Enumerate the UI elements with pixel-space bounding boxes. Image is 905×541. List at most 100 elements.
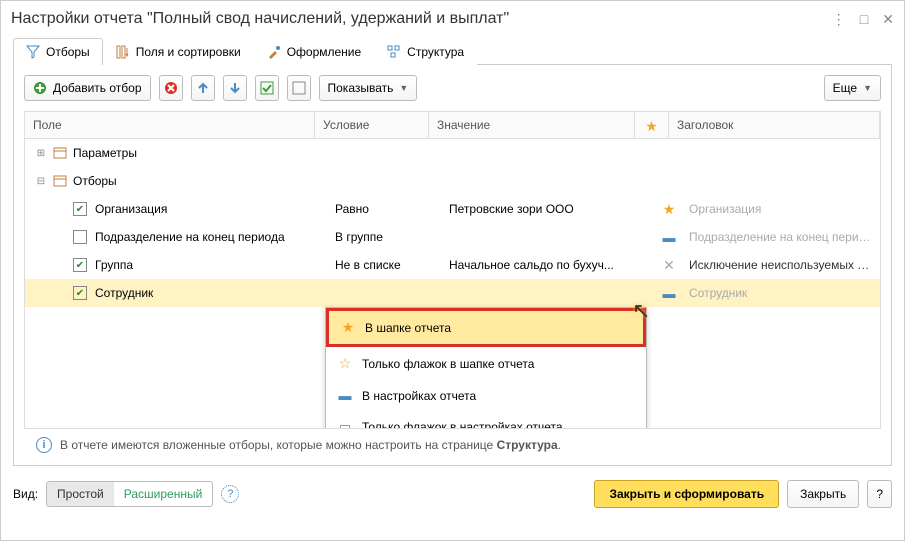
help-footer-button[interactable]: ? (867, 480, 892, 508)
uncheck-all-button[interactable] (287, 75, 311, 101)
check-all-icon (260, 81, 274, 95)
move-down-button[interactable] (223, 75, 247, 101)
show-mode-dropdown: ★ В шапке отчета ☆ Только флажок в шапке… (325, 307, 647, 429)
dropdown-item-settings[interactable]: ▬ В настройках отчета (326, 380, 646, 411)
toolbar: Добавить отбор Показывать ▼ (24, 75, 881, 101)
dropdown-label: В настройках отчета (362, 389, 476, 403)
more-button[interactable]: Еще ▼ (824, 75, 881, 101)
maximize-icon[interactable]: □ (860, 11, 868, 27)
dropdown-item-header[interactable]: ★ В шапке отчета (326, 308, 646, 347)
filters-icon (53, 174, 67, 188)
row-checkbox[interactable] (73, 286, 87, 300)
collapse-icon[interactable]: ⊟ (35, 176, 47, 187)
col-header-field[interactable]: Поле (25, 112, 315, 138)
col-header-star[interactable]: ★ (635, 112, 669, 138)
chevron-down-icon: ▼ (863, 83, 872, 93)
add-filter-button[interactable]: Добавить отбор (24, 75, 151, 101)
tab-bar: Отборы Поля и сортировки Оформление Стру… (13, 37, 892, 65)
apply-close-button[interactable]: Закрыть и сформировать (594, 480, 779, 508)
kebab-icon[interactable]: ⋮ (832, 11, 846, 28)
info-text-bold: Структура (497, 438, 558, 452)
filter-tree: ⊞ Параметры ⊟ Отборы Организация Равно П… (24, 139, 881, 429)
close-button[interactable]: Закрыть (787, 480, 859, 508)
tab-label: Поля и сортировки (136, 45, 241, 59)
delete-icon (164, 81, 178, 95)
cell-title: Исключение неиспользуемых д... (689, 258, 880, 272)
row-checkbox[interactable] (73, 258, 87, 272)
cell-title: Сотрудник (689, 286, 880, 300)
cell-value: Начальное сальдо по бухуч... (449, 258, 655, 272)
settings-window: Настройки отчета "Полный свод начислений… (0, 0, 905, 541)
row-checkbox[interactable] (73, 230, 87, 244)
view-toggle: Простой Расширенный (46, 481, 213, 507)
dropdown-label: Только флажок в настройках отчета (362, 420, 563, 429)
dropdown-label: Только флажок в шапке отчета (362, 357, 534, 371)
view-simple[interactable]: Простой (47, 482, 114, 506)
cell-star-icon[interactable]: ★ (655, 201, 689, 218)
view-label: Вид: (13, 487, 38, 501)
row-checkbox[interactable] (73, 202, 87, 216)
dash-flag-icon: ▭ (338, 419, 352, 429)
structure-icon (387, 45, 401, 59)
expand-icon[interactable]: ⊞ (35, 148, 47, 159)
table-row[interactable]: Подразделение на конец периода В группе … (25, 223, 880, 251)
delete-button[interactable] (159, 75, 183, 101)
cell-condition: Не в списке (335, 258, 449, 272)
view-extended[interactable]: Расширенный (114, 482, 213, 506)
col-header-condition[interactable]: Условие (315, 112, 429, 138)
cell-field: Организация (95, 202, 335, 216)
window-title: Настройки отчета "Полный свод начислений… (11, 10, 832, 28)
cell-x-icon[interactable]: ✕ (655, 257, 689, 274)
table-row[interactable]: Группа Не в списке Начальное сальдо по б… (25, 251, 880, 279)
info-text-post: . (558, 438, 561, 452)
parameters-icon (53, 146, 67, 160)
button-label: Еще (833, 81, 857, 95)
funnel-icon (26, 45, 40, 59)
table-row[interactable]: Сотрудник ▬ Сотрудник (25, 279, 880, 307)
tab-structure[interactable]: Структура (374, 38, 477, 65)
table-row[interactable]: Организация Равно Петровские зори ООО ★ … (25, 195, 880, 223)
close-icon[interactable]: ✕ (882, 11, 894, 28)
cell-field: Группа (95, 258, 335, 272)
tab-label: Оформление (287, 45, 361, 59)
cell-dash-icon[interactable]: ▬ (655, 230, 689, 245)
uncheck-all-icon (292, 81, 306, 95)
info-text-pre: В отчете имеются вложенные отборы, котор… (60, 438, 497, 452)
chevron-down-icon: ▼ (399, 83, 408, 93)
cell-value: Петровские зори ООО (449, 202, 655, 216)
dropdown-label: В шапке отчета (365, 321, 451, 335)
arrow-up-icon (196, 81, 210, 95)
tab-fields-sort[interactable]: Поля и сортировки (103, 38, 254, 65)
cell-dash-icon[interactable]: ▬ (655, 286, 689, 301)
dropdown-item-settings-flag[interactable]: ▭ Только флажок в настройках отчета (326, 411, 646, 429)
col-header-value[interactable]: Значение (429, 112, 635, 138)
button-label: Показывать (328, 81, 394, 95)
tab-appearance[interactable]: Оформление (254, 38, 374, 65)
check-all-button[interactable] (255, 75, 279, 101)
info-icon: i (36, 437, 52, 453)
dropdown-item-header-flag[interactable]: ☆ Только флажок в шапке отчета (326, 347, 646, 380)
titlebar: Настройки отчета "Полный свод начислений… (1, 1, 904, 37)
cell-title: Подразделение на конец периода (689, 230, 880, 244)
cell-title: Организация (689, 202, 880, 216)
star-flag-icon: ☆ (338, 355, 352, 372)
table-header: Поле Условие Значение ★ Заголовок (24, 111, 881, 139)
content-frame: Добавить отбор Показывать ▼ (13, 65, 892, 466)
info-text: В отчете имеются вложенные отборы, котор… (60, 438, 561, 452)
cell-condition: В группе (335, 230, 449, 244)
cell-field: Сотрудник (95, 286, 335, 300)
brush-icon (267, 45, 281, 59)
node-label: Отборы (73, 174, 117, 188)
node-label: Параметры (73, 146, 137, 160)
col-header-title[interactable]: Заголовок (669, 112, 880, 138)
show-dropdown-button[interactable]: Показывать ▼ (319, 75, 418, 101)
cell-field: Подразделение на конец периода (95, 230, 335, 244)
tree-node-filters[interactable]: ⊟ Отборы (25, 167, 880, 195)
button-label: Добавить отбор (53, 81, 142, 95)
plus-circle-icon (33, 81, 47, 95)
tab-filters[interactable]: Отборы (13, 38, 103, 65)
help-button[interactable]: ? (221, 485, 239, 503)
arrow-down-icon (228, 81, 242, 95)
move-up-button[interactable] (191, 75, 215, 101)
tree-node-parameters[interactable]: ⊞ Параметры (25, 139, 880, 167)
